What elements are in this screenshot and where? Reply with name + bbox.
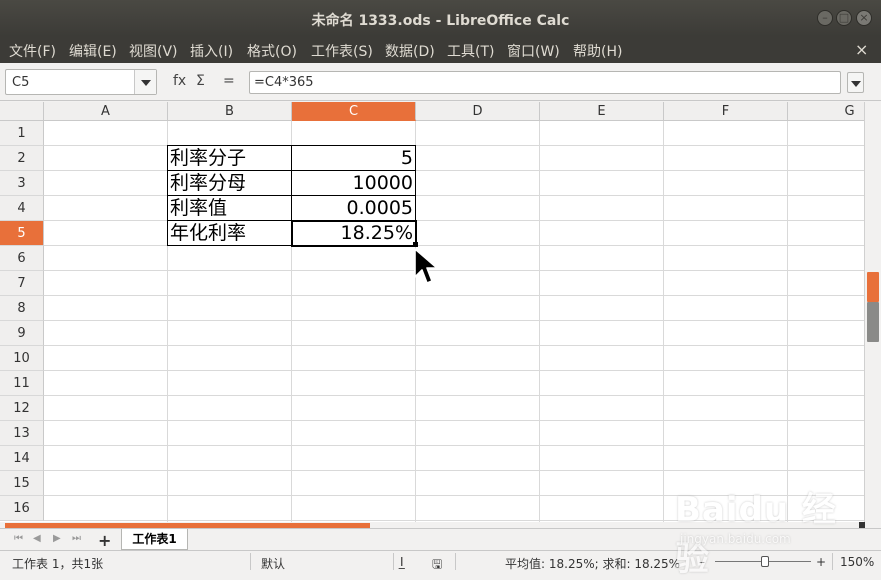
column-header-d[interactable]: D bbox=[416, 102, 540, 121]
sheet-tab-1[interactable]: 工作表1 bbox=[121, 529, 188, 550]
row-header-4[interactable]: 4 bbox=[0, 196, 44, 221]
zoom-level[interactable]: 150% bbox=[840, 555, 874, 569]
row-header-10[interactable]: 10 bbox=[0, 346, 44, 371]
baidu-url: jingyan.baidu.com bbox=[680, 532, 791, 546]
spreadsheet-grid[interactable]: A B C D E F G 1 2 3 4 5 6 7 8 9 10 11 12… bbox=[0, 102, 864, 522]
name-box-value: C5 bbox=[12, 75, 30, 90]
formula-equals-icon[interactable]: = bbox=[223, 73, 235, 89]
row-header-5[interactable]: 5 bbox=[0, 221, 44, 246]
formula-bar: C5 fx Σ = =C4*365 bbox=[0, 63, 881, 101]
row-header-7[interactable]: 7 bbox=[0, 271, 44, 296]
minimize-button[interactable]: – bbox=[817, 10, 833, 26]
last-sheet-icon[interactable]: ⏭ bbox=[72, 533, 81, 544]
menu-file[interactable]: 文件(F) bbox=[9, 41, 56, 61]
close-icon: × bbox=[859, 11, 869, 24]
name-box[interactable]: C5 bbox=[5, 69, 157, 95]
status-divider bbox=[393, 553, 394, 570]
status-divider bbox=[250, 553, 251, 570]
column-header-g[interactable]: G bbox=[788, 102, 864, 121]
vertical-scroll-thumb[interactable] bbox=[867, 272, 879, 302]
cell-b3[interactable]: 利率分母 bbox=[168, 171, 291, 196]
next-sheet-icon[interactable]: ▶ bbox=[53, 533, 61, 544]
vertical-scrollbar[interactable] bbox=[864, 102, 881, 522]
libreoffice-calc-window: 未命名 1333.ods - LibreOffice Calc – □ × 文件… bbox=[0, 0, 881, 579]
cell-c3[interactable]: 10000 bbox=[292, 171, 415, 196]
row-header-15[interactable]: 15 bbox=[0, 471, 44, 496]
gridline bbox=[539, 121, 540, 522]
cell-b2[interactable]: 利率分子 bbox=[168, 146, 291, 171]
row-header-3[interactable]: 3 bbox=[0, 171, 44, 196]
menu-bar: 文件(F) 编辑(E) 视图(V) 插入(I) 格式(O) 工作表(S) 数据(… bbox=[0, 36, 881, 63]
menu-insert[interactable]: 插入(I) bbox=[190, 41, 233, 61]
maximize-icon: □ bbox=[838, 11, 850, 24]
menu-format[interactable]: 格式(O) bbox=[247, 41, 297, 61]
column-header-f[interactable]: F bbox=[664, 102, 788, 121]
close-document-icon[interactable]: × bbox=[855, 40, 868, 59]
add-sheet-icon[interactable]: + bbox=[98, 531, 111, 550]
row-header-12[interactable]: 12 bbox=[0, 396, 44, 421]
name-box-dropdown-icon[interactable] bbox=[134, 70, 156, 94]
save-status-icon: 🖫 bbox=[432, 557, 443, 571]
expand-formula-bar-icon[interactable] bbox=[847, 72, 864, 93]
baidu-watermark: Baidu 经验 jingyan.baidu.com bbox=[675, 480, 845, 579]
first-sheet-icon[interactable]: ⏮ bbox=[14, 533, 23, 544]
sheet-count-status: 工作表 1，共1张 bbox=[12, 557, 104, 571]
window-title: 未命名 1333.ods - LibreOffice Calc bbox=[311, 13, 570, 29]
mouse-pointer-icon bbox=[414, 248, 438, 284]
menu-help[interactable]: 帮助(H) bbox=[573, 41, 622, 61]
previous-sheet-icon[interactable]: ◀ bbox=[33, 533, 41, 544]
status-divider bbox=[455, 553, 456, 570]
column-header-a[interactable]: A bbox=[44, 102, 168, 121]
formula-text: =C4*365 bbox=[254, 75, 314, 90]
active-cell-cursor bbox=[291, 220, 417, 247]
menu-data[interactable]: 数据(D) bbox=[385, 41, 435, 61]
menu-view[interactable]: 视图(V) bbox=[129, 41, 178, 61]
gridline bbox=[787, 121, 788, 522]
formula-input[interactable]: =C4*365 bbox=[249, 71, 841, 94]
minimize-icon: – bbox=[822, 11, 828, 24]
row-header-8[interactable]: 8 bbox=[0, 296, 44, 321]
row-header-11[interactable]: 11 bbox=[0, 371, 44, 396]
row-header-16[interactable]: 16 bbox=[0, 496, 44, 521]
menu-edit[interactable]: 编辑(E) bbox=[69, 41, 117, 61]
cell-b4[interactable]: 利率值 bbox=[168, 196, 291, 221]
cell-b5[interactable]: 年化利率 bbox=[168, 221, 291, 246]
page-style-status[interactable]: 默认 bbox=[261, 555, 285, 572]
row-header-9[interactable]: 9 bbox=[0, 321, 44, 346]
menu-tools[interactable]: 工具(T) bbox=[447, 41, 494, 61]
row-header-1[interactable]: 1 bbox=[0, 121, 44, 146]
maximize-button[interactable]: □ bbox=[836, 10, 852, 26]
sum-icon[interactable]: Σ bbox=[196, 73, 205, 89]
close-window-button[interactable]: × bbox=[856, 10, 872, 26]
selection-summary[interactable]: 平均值: 18.25%; 求和: 18.25% bbox=[505, 555, 680, 572]
row-header-13[interactable]: 13 bbox=[0, 421, 44, 446]
function-wizard-icon[interactable]: fx bbox=[173, 73, 186, 89]
column-header-c[interactable]: C bbox=[292, 102, 416, 121]
column-header-b[interactable]: B bbox=[168, 102, 292, 121]
select-all-corner[interactable] bbox=[0, 102, 44, 121]
cell-c2[interactable]: 5 bbox=[292, 146, 415, 171]
menu-sheet[interactable]: 工作表(S) bbox=[311, 41, 373, 61]
cell-c4[interactable]: 0.0005 bbox=[292, 196, 415, 221]
title-bar[interactable]: 未命名 1333.ods - LibreOffice Calc – □ × bbox=[0, 0, 881, 36]
menu-window[interactable]: 窗口(W) bbox=[507, 41, 560, 61]
row-header-14[interactable]: 14 bbox=[0, 446, 44, 471]
baidu-logo: Baidu 经验 bbox=[675, 490, 837, 579]
vertical-scroll-thumb-indicator[interactable] bbox=[867, 302, 879, 342]
row-header-2[interactable]: 2 bbox=[0, 146, 44, 171]
insert-mode-status[interactable]: I̲ bbox=[400, 555, 404, 569]
row-header-6[interactable]: 6 bbox=[0, 246, 44, 271]
column-header-e[interactable]: E bbox=[540, 102, 664, 121]
gridline bbox=[663, 121, 664, 522]
